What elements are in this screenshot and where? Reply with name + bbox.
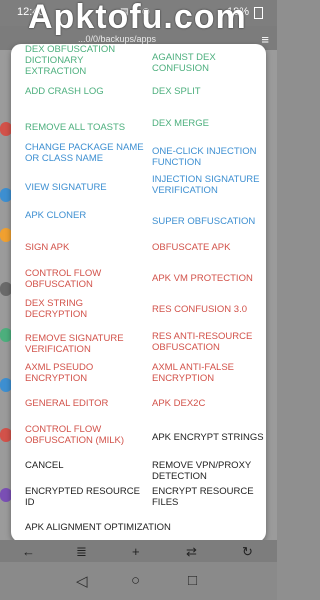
back-arrow-icon[interactable]: ←: [22, 544, 35, 559]
menu-item-sign-apk[interactable]: SIGN APK: [25, 242, 145, 253]
menu-item-remove-vpn-proxy-detection[interactable]: REMOVE VPN/PROXY DETECTION: [152, 460, 264, 482]
menu-item-control-flow-obfuscation-milk[interactable]: CONTROL FLOW OBFUSCATION (MILK): [25, 424, 145, 446]
options-menu: DEX OBFUSCATION DICTIONARY EXTRACTION AG…: [11, 44, 266, 542]
menu-item-remove-all-toasts[interactable]: REMOVE ALL TOASTS: [25, 122, 145, 133]
menu-item-dex-split[interactable]: DEX SPLIT: [152, 86, 264, 97]
menu-item-one-click-injection[interactable]: ONE-CLICK INJECTION FUNCTION: [152, 146, 264, 168]
sort-icon[interactable]: ⇄: [186, 544, 197, 560]
nav-home-icon[interactable]: ○: [131, 572, 140, 589]
menu-item-cancel[interactable]: CANCEL: [25, 460, 145, 471]
bottom-toolbar: ← ≣ + ⇄ ↻: [0, 540, 277, 562]
menu-item-apk-cloner[interactable]: APK CLONER: [25, 210, 145, 221]
menu-item-injection-signature-verification[interactable]: INJECTION SIGNATURE VERIFICATION: [152, 174, 264, 196]
more-menu-icon[interactable]: ≡: [261, 32, 269, 47]
menu-item-apk-vm-protection[interactable]: APK VM PROTECTION: [152, 273, 264, 284]
menu-item-against-dex-confusion[interactable]: AGAINST DEX CONFUSION: [152, 52, 264, 74]
menu-item-apk-alignment-optimization[interactable]: APK ALIGNMENT OPTIMIZATION: [25, 522, 225, 533]
menu-item-encrypt-resource-files[interactable]: ENCRYPT RESOURCE FILES: [152, 486, 264, 508]
menu-item-control-flow-obfuscation[interactable]: CONTROL FLOW OBFUSCATION: [25, 268, 145, 290]
menu-item-view-signature[interactable]: VIEW SIGNATURE: [25, 182, 145, 193]
nav-back-icon[interactable]: ◁: [76, 572, 88, 590]
menu-item-super-obfuscation[interactable]: SUPER OBFUSCATION: [152, 216, 264, 227]
menu-item-dex-obfuscation-dictionary-extraction[interactable]: DEX OBFUSCATION DICTIONARY EXTRACTION: [25, 44, 145, 77]
menu-item-apk-encrypt-strings[interactable]: APK ENCRYPT STRINGS: [152, 432, 264, 443]
nav-recents-icon[interactable]: □: [188, 572, 197, 589]
menu-item-general-editor[interactable]: GENERAL EDITOR: [25, 398, 145, 409]
refresh-icon[interactable]: ↻: [242, 544, 253, 560]
menu-item-change-package-name[interactable]: CHANGE PACKAGE NAME OR CLASS NAME: [25, 142, 145, 164]
battery-icon: [254, 7, 263, 19]
menu-item-axml-pseudo-encryption[interactable]: AXML PSEUDO ENCRYPTION: [25, 362, 145, 384]
menu-item-axml-anti-false-encryption[interactable]: AXML ANTI-FALSE ENCRYPTION: [152, 362, 264, 384]
menu-item-obfuscate-apk[interactable]: OBFUSCATE APK: [152, 242, 264, 253]
add-icon[interactable]: +: [132, 544, 140, 559]
menu-item-add-crash-log[interactable]: ADD CRASH LOG: [25, 86, 145, 97]
menu-item-remove-signature-verification[interactable]: REMOVE SIGNATURE VERIFICATION: [25, 333, 145, 355]
menu-item-res-anti-resource-obfuscation[interactable]: RES ANTI-RESOURCE OBFUSCATION: [152, 331, 264, 353]
list-icon[interactable]: ≣: [76, 544, 87, 560]
system-nav-bar: ◁ ○ □: [0, 562, 277, 600]
menu-item-apk-dex2c[interactable]: APK DEX2C: [152, 398, 264, 409]
menu-item-encrypted-resource-id[interactable]: ENCRYPTED RESOURCE ID: [25, 486, 145, 508]
menu-item-res-confusion[interactable]: RES CONFUSION 3.0: [152, 304, 264, 315]
menu-item-dex-string-decryption[interactable]: DEX STRING DECRYPTION: [25, 298, 145, 320]
watermark-logo: Apktofu.com: [28, 0, 247, 36]
menu-item-dex-merge[interactable]: DEX MERGE: [152, 118, 264, 129]
